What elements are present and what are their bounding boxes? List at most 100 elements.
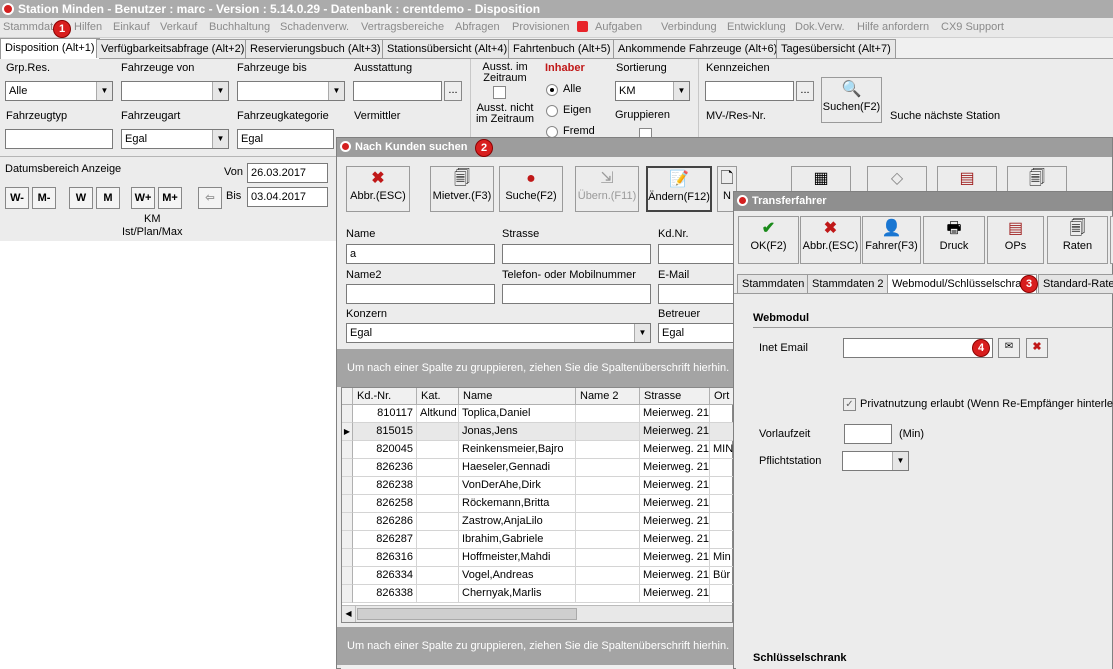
cell-kat[interactable] [417, 567, 459, 585]
cell-ort[interactable] [710, 477, 734, 495]
cell-ort[interactable] [710, 423, 734, 441]
strasse-input[interactable] [502, 244, 651, 264]
cell-kat[interactable] [417, 477, 459, 495]
cell-name[interactable]: Chernyak,Marlis [459, 585, 576, 603]
week-back-button[interactable]: W- [5, 187, 29, 209]
betreuer-select[interactable]: Egal [658, 323, 738, 343]
cell-strasse[interactable]: Meierweg. 21 [640, 441, 710, 459]
cell-name[interactable]: Vogel,Andreas [459, 567, 576, 585]
cell-strasse[interactable]: Meierweg. 21 [640, 423, 710, 441]
row-selector[interactable] [342, 477, 353, 495]
cell-name[interactable]: Zastrow,AnjaLilo [459, 513, 576, 531]
fahrzeugkategorie-select[interactable]: Egal [237, 129, 334, 149]
menu-entwicklung[interactable]: Entwicklung [727, 21, 786, 33]
ausstattung-input[interactable] [353, 81, 442, 101]
tab-reservierungsbuch[interactable]: Reservierungsbuch (Alt+3) [245, 39, 386, 58]
fahrzeugart-select[interactable]: Egal ▼ [121, 129, 229, 149]
cell-name[interactable]: Haeseler,Gennadi [459, 459, 576, 477]
cell-strasse[interactable]: Meierweg. 21 [640, 513, 710, 531]
cell-name[interactable]: Jonas,Jens [459, 423, 576, 441]
cell-kdnr[interactable]: 826316 [353, 549, 417, 567]
menu-verbindung[interactable]: Verbindung [661, 21, 717, 33]
tab-verfuegbarkeit[interactable]: Verfügbarkeitsabfrage (Alt+2) [96, 39, 250, 58]
cell-strasse[interactable]: Meierweg. 21 [640, 585, 710, 603]
cell-kdnr[interactable]: 815015 [353, 423, 417, 441]
mietvertrag-button[interactable]: 🗐 Mietver.(F3) [430, 166, 494, 212]
row-selector[interactable] [342, 567, 353, 585]
cell-kat[interactable] [417, 495, 459, 513]
row-selector[interactable] [342, 585, 353, 603]
vorlaufzeit-input[interactable] [844, 424, 892, 444]
cell-ort[interactable]: Min [710, 549, 734, 567]
row-selector[interactable] [342, 549, 353, 567]
row-selector[interactable] [342, 531, 353, 549]
ausstattung-browse-button[interactable]: ... [444, 81, 462, 101]
menu-schadenverw[interactable]: Schadenverw. [280, 21, 349, 33]
col-header-strasse[interactable]: Strasse [640, 388, 710, 405]
row-selector[interactable] [342, 459, 353, 477]
cell-name2[interactable] [576, 495, 640, 513]
name-input[interactable]: a [346, 244, 495, 264]
tab-ankommende[interactable]: Ankommende Fahrzeuge (Alt+6) [613, 39, 783, 58]
kennzeichen-browse-button[interactable]: ... [796, 81, 814, 101]
bis-date-input[interactable]: 03.04.2017 [247, 187, 328, 207]
cell-kdnr[interactable]: 826236 [353, 459, 417, 477]
cell-ort[interactable] [710, 513, 734, 531]
cell-name[interactable]: Reinkensmeier,Bajro [459, 441, 576, 459]
inhaber-alle-radio[interactable] [546, 84, 558, 96]
uebernehmen-button[interactable]: ⇲ Übern.(F11) [575, 166, 639, 212]
cell-strasse[interactable]: Meierweg. 21 [640, 495, 710, 513]
col-header-name2[interactable]: Name 2 [576, 388, 640, 405]
cell-name[interactable]: VonDerAhe,Dirk [459, 477, 576, 495]
cell-strasse[interactable]: Meierweg. 21 [640, 477, 710, 495]
transfer-abbrechen-button[interactable]: ✖ Abbr.(ESC) [800, 216, 861, 264]
tab-webmodul[interactable]: Webmodul/Schlüsselschrank [887, 274, 1037, 293]
col-header-ort[interactable]: Ort [710, 388, 734, 405]
menu-abfragen[interactable]: Abfragen [455, 21, 500, 33]
cell-name2[interactable] [576, 549, 640, 567]
week-button[interactable]: W [69, 187, 93, 209]
kennzeichen-input[interactable] [705, 81, 794, 101]
konzern-select[interactable]: Egal ▼ [346, 323, 651, 343]
menu-einkauf[interactable]: Einkauf [113, 21, 150, 33]
name2-input[interactable] [346, 284, 495, 304]
menu-vertragsbereiche[interactable]: Vertragsbereiche [361, 21, 444, 33]
fahrzeuge-bis-select[interactable]: ▼ [237, 81, 345, 101]
cell-name2[interactable] [576, 585, 640, 603]
tab-stammdaten-2[interactable]: Stammdaten 2 [807, 274, 889, 293]
cell-kdnr[interactable]: 810117 [353, 405, 417, 423]
menu-dokverw[interactable]: Dok.Verw. [795, 21, 845, 33]
von-date-input[interactable]: 26.03.2017 [247, 163, 328, 183]
cell-kdnr[interactable]: 826287 [353, 531, 417, 549]
menu-cx9-support[interactable]: CX9 Support [941, 21, 1004, 33]
aendern-button[interactable]: 📝 Ändern(F12) [646, 166, 712, 212]
cell-kat[interactable] [417, 423, 459, 441]
cell-name[interactable]: Hoffmeister,Mahdi [459, 549, 576, 567]
cell-strasse[interactable]: Meierweg. 21 [640, 549, 710, 567]
horizontal-scrollbar[interactable]: ◀ [342, 605, 732, 622]
cell-kat[interactable] [417, 585, 459, 603]
cell-kat[interactable] [417, 459, 459, 477]
cell-kat[interactable] [417, 531, 459, 549]
raten-button[interactable]: 🗐 Raten [1047, 216, 1108, 264]
month-back-button[interactable]: M- [32, 187, 56, 209]
cell-kdnr[interactable]: 826334 [353, 567, 417, 585]
cell-name2[interactable] [576, 441, 640, 459]
suchen-button[interactable]: 🔍 Suchen(F2) [821, 77, 882, 123]
tab-standard-rate[interactable]: Standard-Rate [1038, 274, 1113, 293]
cell-name[interactable]: Ibrahim,Gabriele [459, 531, 576, 549]
cell-ort[interactable] [710, 495, 734, 513]
telefon-input[interactable] [502, 284, 651, 304]
menu-verkauf[interactable]: Verkauf [160, 21, 197, 33]
cell-strasse[interactable]: Meierweg. 21 [640, 405, 710, 423]
tab-stationsuebersicht[interactable]: Stationsübersicht (Alt+4) [382, 39, 513, 58]
sortierung-select[interactable]: KM ▼ [615, 81, 690, 101]
toolbar-button-film[interactable]: ▦ [791, 166, 851, 194]
col-header-kdnr[interactable]: Kd.-Nr. [353, 388, 417, 405]
tab-tagesuebersicht[interactable]: Tagesübersicht (Alt+7) [776, 39, 896, 58]
row-selector[interactable] [342, 441, 353, 459]
cell-kat[interactable] [417, 441, 459, 459]
cell-strasse[interactable]: Meierweg. 21 [640, 567, 710, 585]
inet-email-input[interactable] [843, 338, 993, 358]
privatnutzung-checkbox[interactable]: ✓ [843, 398, 856, 411]
